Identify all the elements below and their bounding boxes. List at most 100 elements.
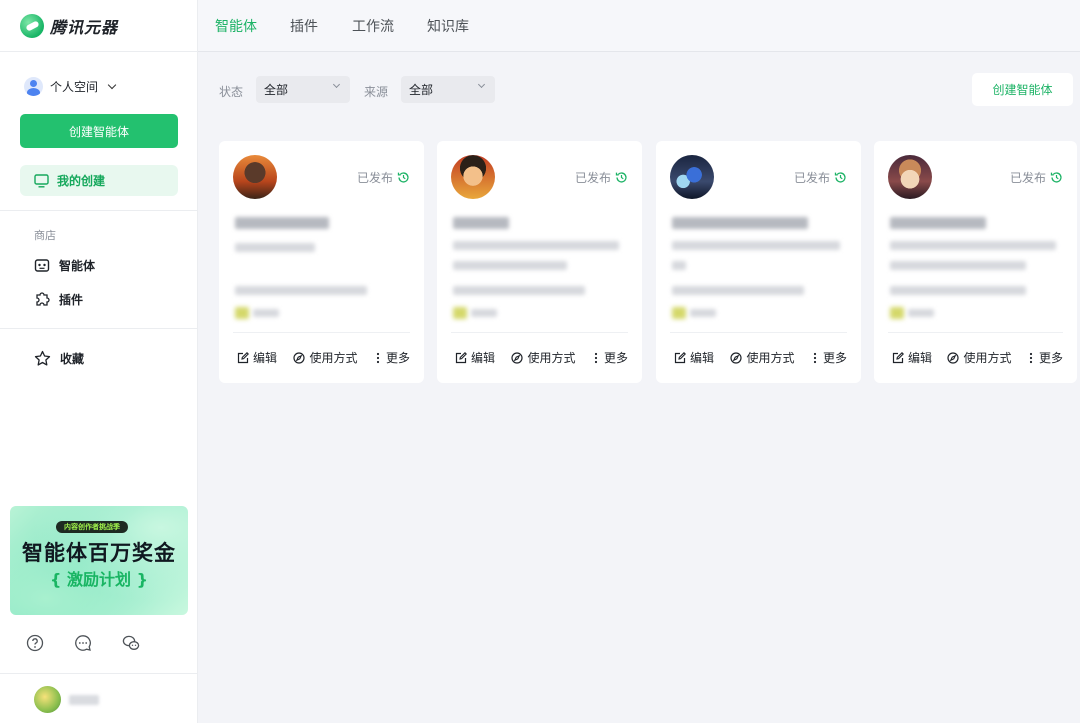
agent-name-blurred <box>235 217 329 229</box>
tab-workflow[interactable]: 工作流 <box>352 16 394 36</box>
edit-button[interactable]: 编辑 <box>455 349 495 366</box>
top-nav: 智能体 插件 工作流 知识库 <box>198 0 1080 52</box>
more-button[interactable]: 更多 <box>592 349 628 366</box>
usage-button[interactable]: 使用方式 <box>511 349 576 366</box>
agent-card[interactable]: 已发布 编辑 使用方式 更多 <box>437 141 642 383</box>
sidebar-item-label: 插件 <box>59 292 84 307</box>
sidebar-item-label: 智能体 <box>59 258 96 273</box>
sidebar-divider <box>0 51 197 52</box>
status-badge: 已发布 <box>575 169 628 186</box>
status-badge: 已发布 <box>1010 169 1063 186</box>
help-icon[interactable] <box>26 634 44 652</box>
sidebar-divider <box>0 210 197 211</box>
card-divider <box>451 332 628 333</box>
sidebar-item-favorites[interactable]: 收藏 <box>34 349 84 367</box>
status-filter-value: 全部 <box>264 83 289 97</box>
create-agent-button[interactable]: 创建智能体 <box>20 114 178 148</box>
sidebar: 腾讯元器 个人空间 创建智能体 我的创建 商店 智能体 插件 收藏 内容创作者挑… <box>0 0 198 723</box>
create-agent-top-button[interactable]: 创建智能体 <box>972 73 1073 106</box>
avatar <box>451 155 495 199</box>
usage-button[interactable]: 使用方式 <box>947 349 1012 366</box>
agent-name-blurred <box>890 217 986 229</box>
app-logo[interactable]: 腾讯元器 <box>20 13 118 39</box>
sidebar-item-agents[interactable]: 智能体 <box>34 256 95 274</box>
sidebar-item-label: 我的创建 <box>57 174 106 188</box>
status-filter-select[interactable]: 全部 <box>256 76 350 103</box>
agent-card[interactable]: 已发布 编辑 使用方式 更多 <box>874 141 1077 383</box>
status-text: 已发布 <box>574 171 611 185</box>
agent-desc-blurred <box>672 241 840 250</box>
banner-subtitle: { 激励计划 } <box>50 570 148 589</box>
agent-name-blurred <box>453 217 509 229</box>
status-text: 已发布 <box>356 171 393 185</box>
more-label: 更多 <box>603 351 628 365</box>
agent-card[interactable]: 已发布 编辑 使用方式 更多 <box>219 141 424 383</box>
usage-label: 使用方式 <box>963 351 1012 365</box>
chat-icon[interactable] <box>74 634 92 652</box>
avatar <box>888 155 932 199</box>
source-filter-select[interactable]: 全部 <box>401 76 495 103</box>
more-button[interactable]: 更多 <box>811 349 847 366</box>
status-text: 已发布 <box>793 171 830 185</box>
agent-desc-blurred <box>672 261 686 270</box>
agent-meta-blurred <box>890 286 1026 295</box>
agent-tag-text-blurred <box>253 309 279 317</box>
card-divider <box>888 332 1063 333</box>
promo-banner[interactable]: 内容创作者挑战季 智能体百万奖金 { 激励计划 } <box>10 506 188 615</box>
usage-label: 使用方式 <box>309 351 358 365</box>
edit-icon <box>674 351 686 363</box>
status-badge: 已发布 <box>357 169 410 186</box>
wechat-icon[interactable] <box>122 634 140 652</box>
card-divider <box>233 332 410 333</box>
edit-button[interactable]: 编辑 <box>674 349 714 366</box>
user-name-blurred <box>69 694 99 705</box>
sidebar-item-my-creations[interactable]: 我的创建 <box>20 165 178 196</box>
chevron-down-icon <box>107 80 117 89</box>
more-vertical-icon <box>376 352 380 363</box>
space-switcher[interactable]: 个人空间 <box>24 76 117 96</box>
agent-tag-blurred <box>235 307 249 319</box>
agent-card[interactable]: 已发布 编辑 使用方式 更多 <box>656 141 861 383</box>
sidebar-divider <box>0 673 197 674</box>
more-button[interactable]: 更多 <box>374 349 410 366</box>
card-actions: 编辑 使用方式 更多 <box>455 349 628 366</box>
status-badge: 已发布 <box>794 169 847 186</box>
edit-label: 编辑 <box>471 351 496 365</box>
status-text: 已发布 <box>1009 171 1046 185</box>
usage-label: 使用方式 <box>746 351 795 365</box>
sidebar-item-plugins[interactable]: 插件 <box>34 290 83 308</box>
usage-button[interactable]: 使用方式 <box>293 349 358 366</box>
source-filter-value: 全部 <box>409 83 434 97</box>
source-filter-label: 来源 <box>364 85 389 99</box>
more-vertical-icon <box>1029 352 1033 363</box>
agent-tag-text-blurred <box>690 309 716 317</box>
user-profile[interactable] <box>34 686 99 713</box>
more-button[interactable]: 更多 <box>1027 349 1063 366</box>
monitor-icon <box>34 173 49 188</box>
edit-button[interactable]: 编辑 <box>892 349 932 366</box>
tab-plugins[interactable]: 插件 <box>290 16 318 36</box>
status-filter-label: 状态 <box>219 85 244 99</box>
agent-tag-text-blurred <box>908 309 934 317</box>
edit-icon <box>237 351 249 363</box>
agent-meta-blurred <box>453 286 585 295</box>
tab-agents[interactable]: 智能体 <box>215 16 257 36</box>
store-section-label: 商店 <box>34 229 56 242</box>
agent-name-blurred <box>672 217 808 229</box>
usage-label: 使用方式 <box>527 351 576 365</box>
more-label: 更多 <box>1038 351 1063 365</box>
compass-icon <box>293 351 306 364</box>
star-icon <box>34 350 51 366</box>
avatar <box>670 155 714 199</box>
logo-icon <box>20 14 44 38</box>
edit-button[interactable]: 编辑 <box>237 349 277 366</box>
app-name: 腾讯元器 <box>50 18 119 37</box>
card-actions: 编辑 使用方式 更多 <box>237 349 410 366</box>
agent-desc-blurred <box>235 243 315 252</box>
edit-icon <box>455 351 467 363</box>
sidebar-divider <box>0 328 197 329</box>
usage-button[interactable]: 使用方式 <box>730 349 795 366</box>
agent-tag-text-blurred <box>471 309 497 317</box>
sidebar-item-label: 收藏 <box>60 351 85 366</box>
tab-knowledge-base[interactable]: 知识库 <box>427 16 469 36</box>
